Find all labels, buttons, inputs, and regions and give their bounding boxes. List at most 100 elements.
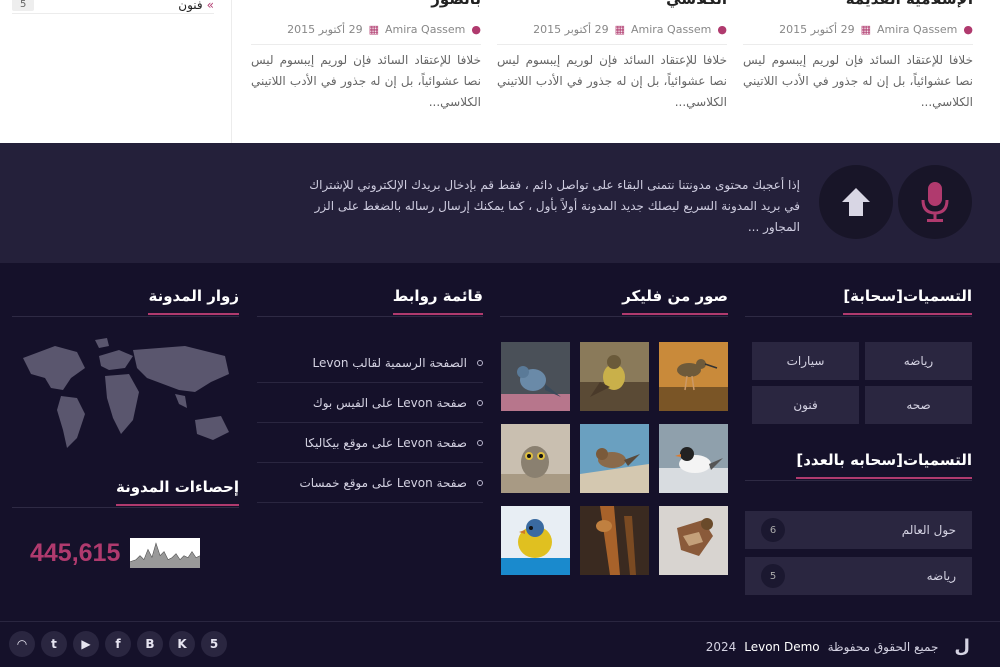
widget-title-stats: إحصاءات المدونة	[12, 478, 239, 508]
flickr-photo[interactable]	[659, 342, 728, 411]
labels-count-list: حول العالم 6 رياضه 5	[745, 511, 972, 603]
post-excerpt: خلافا للإعتقاد السائد فإن لوريم إيبسوم ل…	[251, 53, 481, 109]
visitors-title: زوار المدونة	[148, 287, 239, 315]
post-card: الكلاسي ● Amira Qassem ▦ 29 أكتوبر 2015 …	[497, 0, 727, 143]
link-item[interactable]: صفحة Levon على موقع بيكاليكا	[257, 423, 483, 463]
post-excerpt: خلافا للإعتقاد السائد فإن لوريم إيبسوم ل…	[497, 53, 727, 109]
links-title: قائمة روابط	[392, 287, 483, 315]
flickr-photo[interactable]	[580, 342, 649, 411]
widget-title-labels-count: التسميات[سحابه بالعدد]	[745, 451, 972, 481]
tag-cloud: رياضه سيارات صحه فنون	[752, 342, 972, 424]
user-icon: ●	[963, 23, 973, 36]
flickr-photo[interactable]	[501, 506, 570, 575]
post-title[interactable]: الإسلامية القديمة	[743, 0, 973, 8]
sidebar-fragment: فنون 5	[0, 0, 232, 143]
link-text: صفحة Levon على الفيس بوك	[312, 395, 467, 410]
calendar-icon: ▦	[368, 23, 379, 36]
labels-count-title: التسميات[سحابه بالعدد]	[796, 451, 972, 479]
tag-item[interactable]: فنون	[752, 386, 859, 424]
levon-logo-icon[interactable]: ل	[954, 636, 970, 657]
copyright: ل جميع الحقوق محفوظة Levon Demo 2024	[706, 636, 970, 657]
visitor-count: 445,615	[30, 538, 121, 567]
flickr-photo[interactable]	[501, 342, 570, 411]
link-text: صفحة Levon على موقع بيكاليكا	[304, 435, 467, 450]
category-name: فنون	[178, 0, 214, 12]
copyright-year: 2024	[705, 639, 737, 654]
tag-item[interactable]: سيارات	[752, 342, 859, 380]
subscribe-text: إذا أعجبك محتوى مدونتنا نتمنى البقاء على…	[309, 178, 800, 234]
scroll-top-button[interactable]	[819, 165, 893, 239]
post-meta: ● Amira Qassem ▦ 29 أكتوبر 2015	[743, 23, 973, 45]
link-item[interactable]: الصفحة الرسمية لقالب Levon	[257, 343, 483, 383]
bullet-icon	[477, 359, 483, 366]
widget-title-links: قائمة روابط	[257, 287, 483, 317]
post-title[interactable]: الكلاسي	[497, 0, 727, 8]
label-name: رياضه	[926, 569, 956, 583]
flickr-gallery	[500, 342, 728, 575]
bullet-icon	[477, 439, 483, 446]
post-meta: ● Amira Qassem ▦ 29 أكتوبر 2015	[497, 23, 727, 45]
post-card: الإسلامية القديمة ● Amira Qassem ▦ 29 أك…	[743, 0, 973, 143]
flickr-title: صور من فليكر	[622, 287, 728, 315]
tag-item[interactable]: رياضه	[865, 342, 972, 380]
blogger-icon[interactable]: B	[137, 631, 163, 657]
post-date: 29 أكتوبر 2015	[779, 23, 855, 36]
widget-title-flickr: صور من فليكر	[500, 287, 728, 317]
sidebar-category-item[interactable]: فنون 5	[12, 0, 214, 14]
bullet-icon	[477, 399, 483, 406]
brand-link[interactable]: Levon Demo	[744, 640, 819, 654]
bullet-icon	[477, 479, 483, 486]
post-author[interactable]: Amira Qassem	[877, 23, 957, 36]
label-count-item[interactable]: حول العالم 6	[745, 511, 972, 549]
subscribe-button[interactable]	[898, 165, 972, 239]
vk-icon[interactable]: K	[169, 631, 195, 657]
label-name: حول العالم	[901, 523, 956, 537]
post-date: 29 أكتوبر 2015	[533, 23, 609, 36]
sparkline-graph	[130, 538, 201, 568]
microphone-icon	[921, 182, 949, 222]
labels-cloud-title: التسميات[سحابة]	[843, 287, 972, 315]
calendar-icon: ▦	[614, 23, 625, 36]
link-item[interactable]: صفحة Levon على الفيس بوك	[257, 383, 483, 423]
user-icon: ●	[717, 23, 727, 36]
social-links: ◠ t ▶ f B K 5	[9, 631, 227, 657]
post-card: بالصور ● Amira Qassem ▦ 29 أكتوبر 2015 خ…	[251, 0, 481, 143]
post-excerpt: خلافا للإعتقاد السائد فإن لوريم إيبسوم ل…	[743, 53, 973, 109]
widget-title-visitors: زوار المدونة	[12, 287, 239, 317]
user-icon: ●	[471, 23, 481, 36]
label-count: 5	[761, 564, 785, 588]
world-map	[23, 338, 229, 448]
footer-bar: ل جميع الحقوق محفوظة Levon Demo 2024 ◠ t…	[0, 621, 1000, 667]
rss-icon[interactable]: ◠	[9, 631, 35, 657]
subscribe-band: إذا أعجبك محتوى مدونتنا نتمنى البقاء على…	[0, 143, 1000, 263]
post-meta: ● Amira Qassem ▦ 29 أكتوبر 2015	[251, 23, 481, 45]
recent-posts-strip: فنون 5 الإسلامية القديمة ● Amira Qassem …	[0, 0, 1000, 143]
flickr-photo[interactable]	[501, 424, 570, 493]
tag-item[interactable]: صحه	[865, 386, 972, 424]
facebook-icon[interactable]: f	[105, 631, 131, 657]
post-title[interactable]: بالصور	[251, 0, 481, 8]
post-author[interactable]: Amira Qassem	[385, 23, 465, 36]
stats-counter: 445,615	[30, 533, 230, 573]
link-item[interactable]: صفحة Levon على موقع خمسات	[257, 463, 483, 503]
twitter-icon[interactable]: t	[41, 631, 67, 657]
post-date: 29 أكتوبر 2015	[287, 23, 363, 36]
footer-widgets: التسميات[سحابة] رياضه سيارات صحه فنون ال…	[0, 263, 1000, 621]
widget-title-labels-cloud: التسميات[سحابة]	[745, 287, 972, 317]
link-list: الصفحة الرسمية لقالب Levon صفحة Levon عل…	[257, 343, 483, 503]
category-count: 5	[12, 0, 35, 11]
flickr-photo[interactable]	[580, 424, 649, 493]
label-count-item[interactable]: رياضه 5	[745, 557, 972, 595]
post-author[interactable]: Amira Qassem	[631, 23, 711, 36]
flickr-photo[interactable]	[659, 424, 728, 493]
arrow-up-icon	[842, 188, 870, 216]
label-count: 6	[761, 518, 785, 542]
stats-title: إحصاءات المدونة	[115, 478, 239, 506]
html5-icon[interactable]: 5	[201, 631, 227, 657]
calendar-icon: ▦	[860, 23, 871, 36]
rights-text: جميع الحقوق محفوظة	[827, 639, 939, 654]
flickr-photo[interactable]	[659, 506, 728, 575]
link-text: صفحة Levon على موقع خمسات	[299, 475, 467, 490]
flickr-photo[interactable]	[580, 506, 649, 575]
youtube-icon[interactable]: ▶	[73, 631, 99, 657]
